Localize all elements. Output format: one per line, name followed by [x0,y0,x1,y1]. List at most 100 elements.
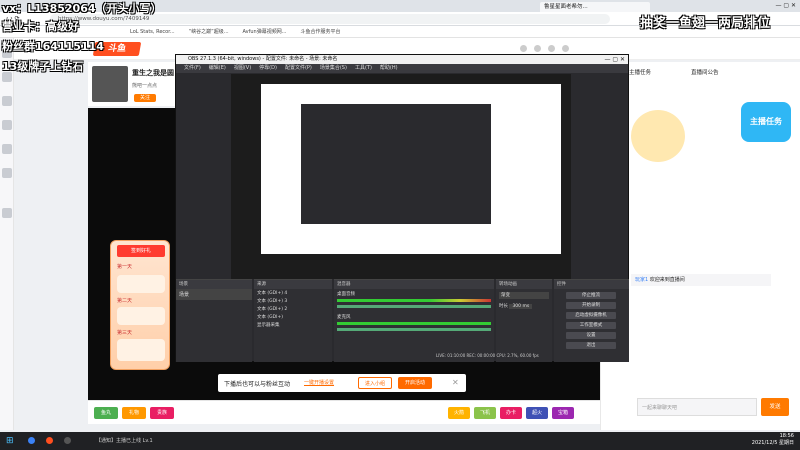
taskbar-notice: 【通知】主播已上线 Lv.1 [96,438,153,444]
dock-title: 来源 [254,280,332,289]
obs-window-controls[interactable]: — ▢ ✕ [604,55,625,64]
gift-item[interactable]: 礼物 [122,407,146,419]
mixer-dock: 混音器 桌面音频 麦克风 [334,279,494,362]
stop-stream-button[interactable]: 停止推流 [566,292,616,299]
task-ad[interactable]: 主播任务 [741,102,791,142]
start-icon[interactable]: ⊞ [6,436,16,446]
menu-profile[interactable]: 配置文件(P) [285,65,312,71]
dock-title: 混音器 [334,280,494,289]
scenes-dock: 场景 场景 [176,279,252,362]
duration-input[interactable]: 300 ms [509,304,533,309]
chat-user[interactable]: 玩家1 [635,277,648,283]
browser-icon[interactable] [28,437,35,444]
tab-tasks[interactable]: 主播任务 [629,68,651,76]
download-icon[interactable] [534,45,541,52]
clock[interactable]: 18:56 2021/12/5 星期日 [752,433,794,446]
gift-item[interactable]: 火箭 [448,407,470,419]
mascot-image [631,110,685,162]
category-icon[interactable] [2,96,12,106]
volume-meter [337,299,491,302]
studio-mode-button[interactable]: 工作室模式 [566,322,616,329]
window-controls[interactable]: — ▢ ✕ [760,2,796,10]
start-activity-button[interactable]: 开启活动 [398,377,432,389]
gift-item[interactable]: 贵族 [150,407,174,419]
transition-select[interactable]: 渐变 [499,292,549,299]
menu-file[interactable]: 文件(F) [184,65,201,71]
obs-status-bar: LIVE: 01:10:00 REC: 00:00:00 CPU: 2.7%, … [436,353,539,358]
bookmark-item[interactable]: “峡谷之巅”超级... [189,29,229,35]
header-icons [520,44,630,54]
join-group-button[interactable]: 进入小组 [358,377,392,389]
bookmark-item[interactable]: LoL Stats, Recor... [130,29,175,35]
settings-button[interactable]: 设置 [566,332,616,339]
source-item[interactable]: 文本 (GDI+) 3 [254,297,332,305]
douyu-app-icon[interactable] [46,437,53,444]
gift-item[interactable]: 办卡 [500,407,522,419]
preview-nested-obs [301,104,491,224]
menu-help[interactable]: 帮助(H) [380,65,398,71]
menu-view[interactable]: 视图(V) [234,65,251,71]
send-button[interactable]: 发送 [761,398,789,416]
signin-day: 第一天 [117,264,133,270]
upload-icon[interactable] [548,45,555,52]
menu-edit[interactable]: 编辑(E) [209,65,226,71]
tab-label: 鲁星星面老希勿... [544,4,588,10]
scene-item[interactable]: 场景 [176,289,252,300]
tab-notice[interactable]: 直播间公告 [691,68,719,76]
overlay-line: 营业卡：高级好 [2,20,79,33]
source-item[interactable]: 文本 (GDI+) 2 [254,305,332,313]
dock-title: 场景 [176,280,252,289]
bar-link[interactable]: 一键开播设置 [304,379,334,386]
gift-item[interactable]: 飞机 [474,407,496,419]
follow-button[interactable]: 关注 [134,94,156,102]
game-icon[interactable] [2,168,12,178]
reward-card [117,339,165,361]
source-item[interactable]: 文本 (GDI+) 4 [254,289,332,297]
gift-item[interactable]: 超火 [526,407,548,419]
start-record-button[interactable]: 开始录制 [566,302,616,309]
virtual-camera-button[interactable]: 启动虚拟摄像机 [566,312,616,319]
controls-dock: 控件 停止推流 开始录制 启动虚拟摄像机 工作室模式 设置 退出 [554,279,629,362]
shop-icon[interactable] [2,144,12,154]
taskbar: ⊞ 【通知】主播已上线 Lv.1 18:56 2021/12/5 星期日 [0,432,800,450]
chat-message: 玩家1 欢迎来到直播间 [631,274,771,286]
signin-day: 第三天 [117,330,133,336]
offline-interaction-bar: 下播后也可以与粉丝互动 一键开播设置 进入小组 开启活动 ✕ [218,374,466,392]
chat-input[interactable]: 一起来聊聊天吧 [637,398,757,416]
more-icon[interactable] [2,208,12,218]
obs-app-icon[interactable] [64,437,71,444]
mixer-track-label: 麦克风 [337,315,351,320]
room-title: 重生之我是圆 [132,69,174,77]
obs-titlebar: OBS 27.1.3 (64-bit, windows) - 配置文件: 未命名… [176,55,628,64]
source-item[interactable]: 显示器采集 [254,321,332,329]
menu-dock[interactable]: 停靠(D) [259,65,277,71]
close-icon[interactable]: ✕ [452,378,459,387]
avatar[interactable] [92,66,128,102]
clock-date: 2021/12/5 星期日 [751,440,794,446]
obs-window: OBS 27.1.3 (64-bit, windows) - 配置文件: 未命名… [175,54,629,362]
gift-item[interactable]: 宝箱 [552,407,574,419]
volume-meter [337,322,491,325]
gift-item[interactable]: 鱼丸 [94,407,118,419]
signin-title: 签到好礼 [117,245,165,257]
overlay-line: 粉丝群164115114 [2,40,104,53]
obs-preview[interactable] [231,74,571,279]
message-icon[interactable] [562,45,569,52]
signin-widget[interactable]: 签到好礼 第一天 第二天 第三天 [110,240,170,370]
dock-title: 转场动画 [496,280,552,289]
menu-scene-collection[interactable]: 场景集合(S) [320,65,347,71]
video-icon[interactable] [2,120,12,130]
volume-slider[interactable] [337,328,491,331]
gift-bar: 鱼丸 礼物 贵族 火箭 飞机 办卡 超火 宝箱 [88,400,600,424]
bookmark-item[interactable]: Avfun弹幕视频网... [243,29,287,35]
history-icon[interactable] [520,45,527,52]
browser-tab[interactable]: 鲁星星面老希勿... [540,2,650,12]
menu-tools[interactable]: 工具(T) [355,65,372,71]
duration-label: 时长 [499,304,508,309]
overlay-line: 13级牌子上钻石 [2,60,84,73]
dock-title: 控件 [554,280,629,289]
exit-button[interactable]: 退出 [566,342,616,349]
mixer-track-label: 桌面音频 [337,292,355,297]
source-item[interactable]: 文本 (GDI+) [254,313,332,321]
bookmark-item[interactable]: 斗鱼合作服务平台 [301,29,341,35]
